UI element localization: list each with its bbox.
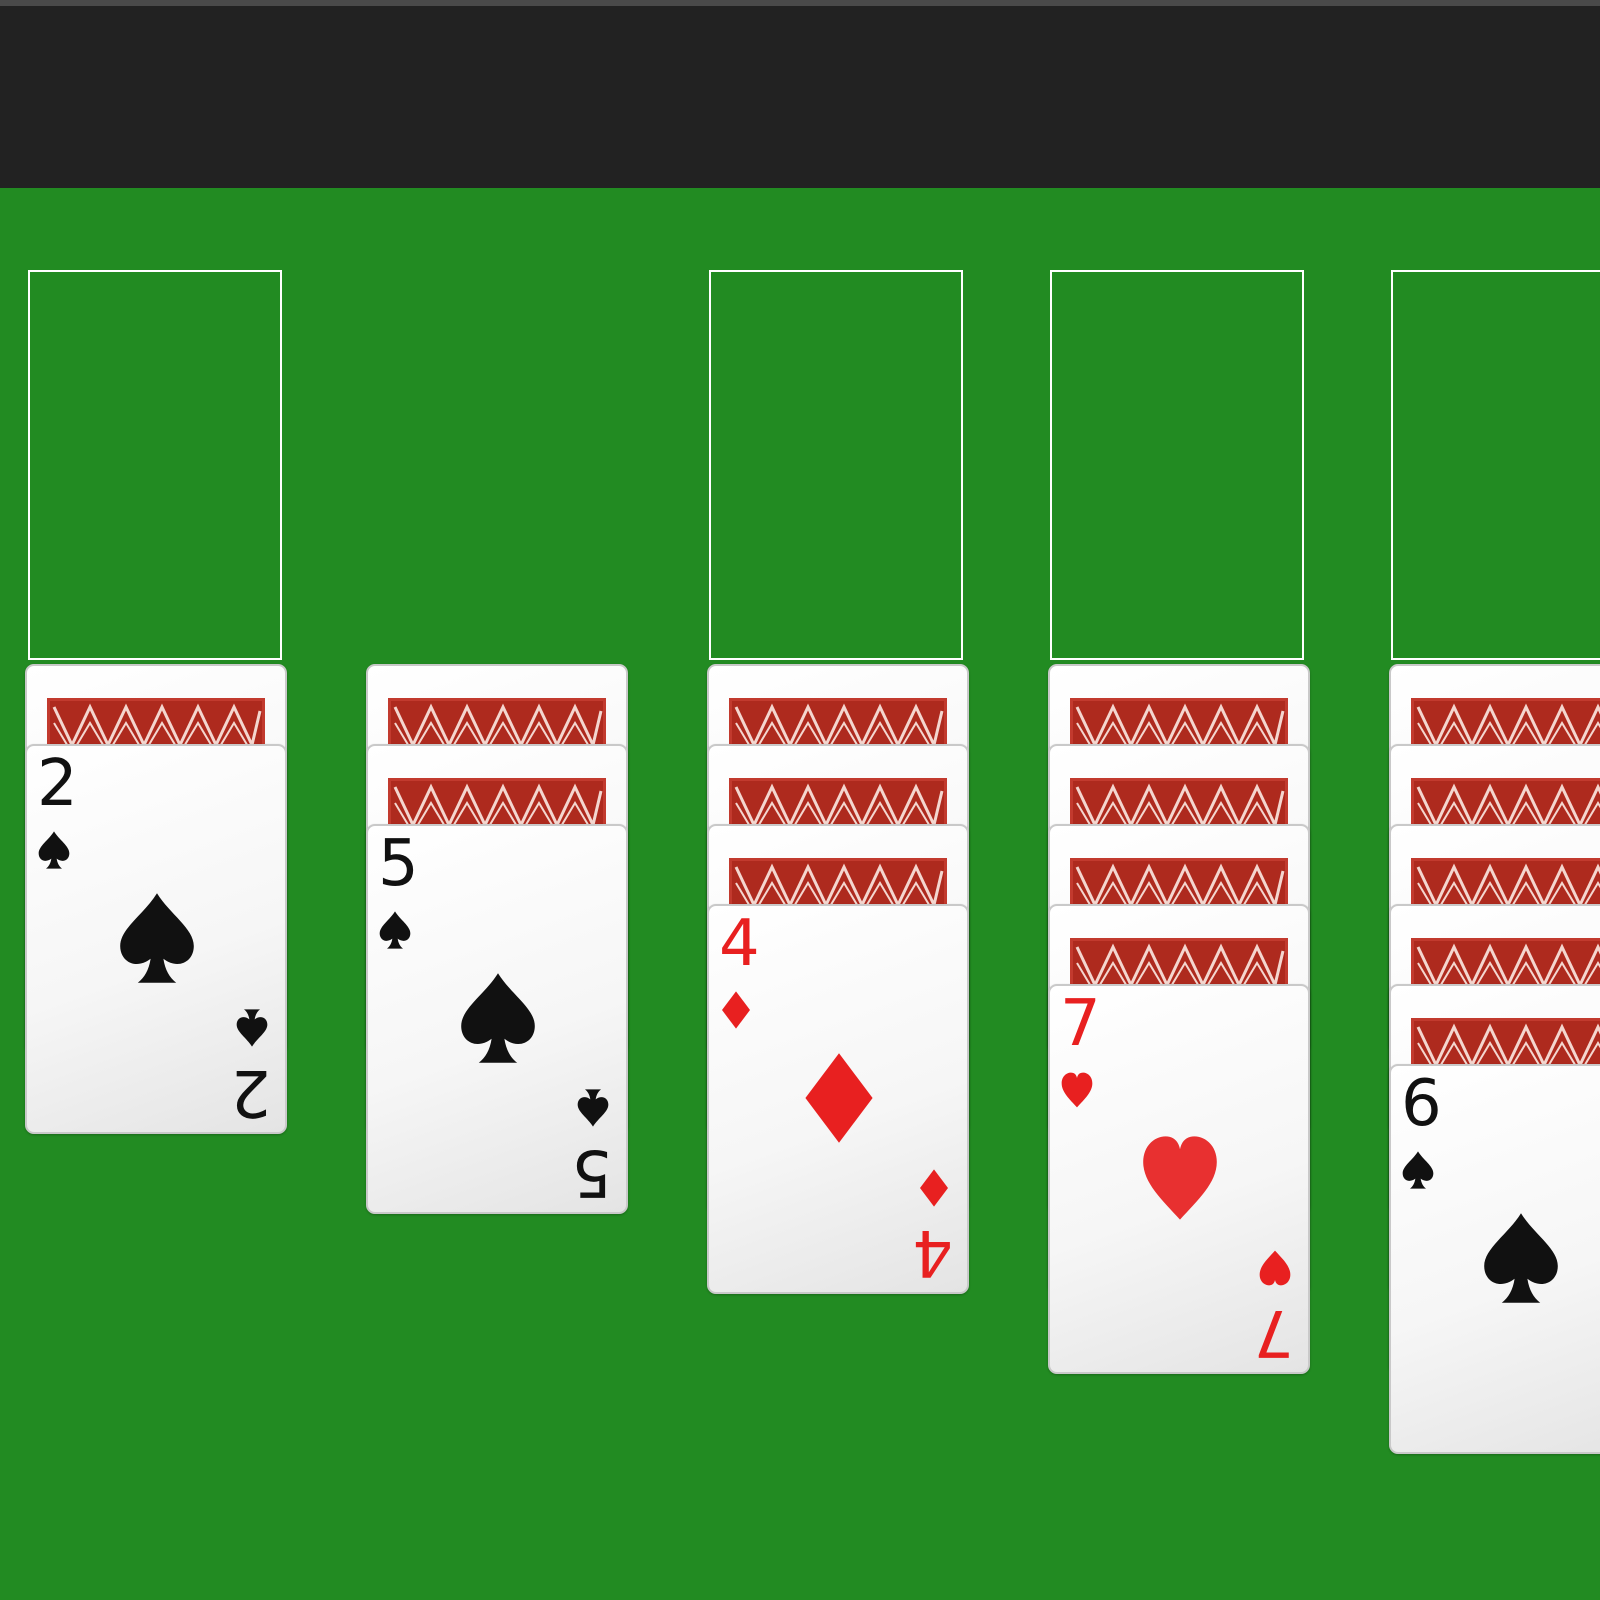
diamond-icon	[805, 1053, 873, 1143]
card-rank: 2	[37, 747, 78, 821]
card-rank: 7	[1253, 1295, 1294, 1369]
top-bar	[0, 0, 1600, 188]
diamond-icon	[920, 1169, 948, 1207]
card-face-up[interactable]: 6	[1389, 1064, 1600, 1454]
card-corner-inverted: 5	[568, 1074, 618, 1209]
spade-icon	[38, 831, 70, 869]
card-corner-inverted: 2	[227, 994, 277, 1129]
spade-icon	[1484, 1213, 1558, 1303]
diamond-icon	[722, 991, 750, 1029]
spade-icon	[577, 1089, 609, 1127]
foundation-slot-3[interactable]	[709, 270, 963, 660]
card-face-up[interactable]: 5 5	[366, 824, 628, 1214]
card-rank: 2	[230, 1055, 271, 1129]
card-rank: 5	[571, 1135, 612, 1209]
spade-icon	[236, 1009, 268, 1047]
card-rank: 4	[912, 1215, 953, 1289]
card-rank: 5	[378, 827, 419, 901]
card-rank: 6	[1401, 1067, 1442, 1141]
card-rank: 7	[1060, 987, 1101, 1061]
heart-icon	[1143, 1136, 1217, 1220]
card-face-up[interactable]: 4 4	[707, 904, 969, 1294]
heart-icon	[1061, 1072, 1093, 1108]
heart-icon	[1259, 1250, 1291, 1286]
spade-icon	[120, 893, 194, 983]
card-corner-inverted: 7	[1250, 1234, 1300, 1369]
game-table: 2 2 5 5 4 4 7 7 6	[0, 188, 1600, 1600]
card-rank: 4	[719, 907, 760, 981]
card-corner-inverted: 4	[909, 1154, 959, 1289]
spade-icon	[1402, 1151, 1434, 1189]
card-face-up[interactable]: 7 7	[1048, 984, 1310, 1374]
card-face-up[interactable]: 2 2	[25, 744, 287, 1134]
spade-icon	[379, 911, 411, 949]
foundation-slot-5[interactable]	[1391, 270, 1600, 660]
foundation-slot-4[interactable]	[1050, 270, 1304, 660]
spade-icon	[461, 973, 535, 1063]
foundation-slot-1[interactable]	[28, 270, 282, 660]
